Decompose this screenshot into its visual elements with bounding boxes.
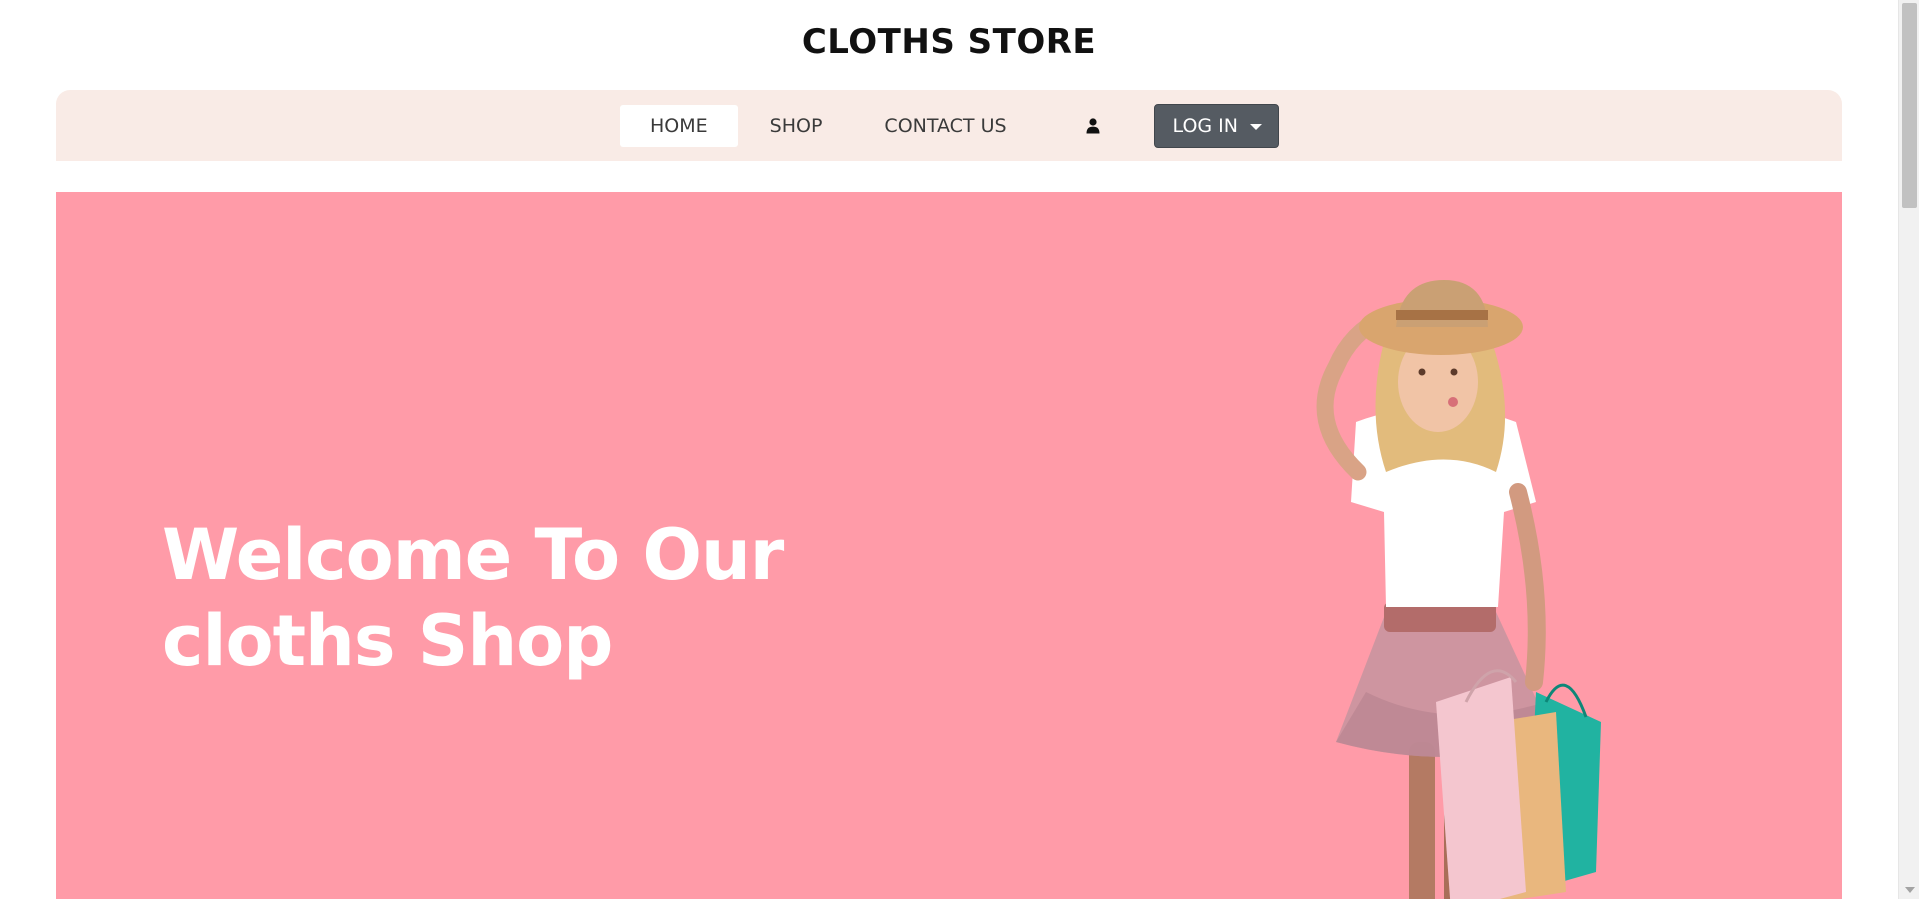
scroll-down-arrow-icon[interactable] (1905, 887, 1915, 893)
figure-eye-left (1418, 368, 1426, 376)
page: CLOTHS STORE HOME SHOP CONTACT US LOG IN… (0, 0, 1898, 899)
hero-banner: Welcome To Our cloths Shop (56, 192, 1842, 899)
user-icon-glyph (1086, 117, 1100, 133)
hero-title: Welcome To Our cloths Shop (162, 512, 862, 684)
figure-arm-right (1509, 483, 1546, 691)
user-icon[interactable] (1068, 105, 1118, 147)
shopping-bag-pink (1436, 677, 1526, 899)
figure-mouth (1448, 397, 1458, 407)
hero-title-line2: cloths Shop (162, 600, 613, 682)
login-label: LOG IN (1172, 114, 1238, 137)
scrollbar-thumb[interactable] (1902, 3, 1917, 208)
girl-shopping-image (1316, 280, 1601, 899)
nav-items: HOME SHOP CONTACT US LOG IN (56, 90, 1842, 161)
login-dropdown-button[interactable]: LOG IN (1153, 103, 1279, 148)
nav-home-link[interactable]: HOME (620, 104, 738, 147)
hero-title-line1: Welcome To Our (162, 514, 784, 596)
figure-eye-right (1450, 368, 1458, 376)
vertical-scrollbar[interactable] (1898, 0, 1919, 899)
nav-contact-link[interactable]: CONTACT US (854, 105, 1036, 147)
brand-title[interactable]: CLOTHS STORE (0, 22, 1898, 62)
chevron-down-icon (1249, 123, 1262, 130)
figure-leg-left (1409, 742, 1435, 899)
navbar: HOME SHOP CONTACT US LOG IN (56, 90, 1842, 161)
figure-hat-band (1396, 310, 1488, 320)
nav-shop-link[interactable]: SHOP (740, 105, 853, 147)
